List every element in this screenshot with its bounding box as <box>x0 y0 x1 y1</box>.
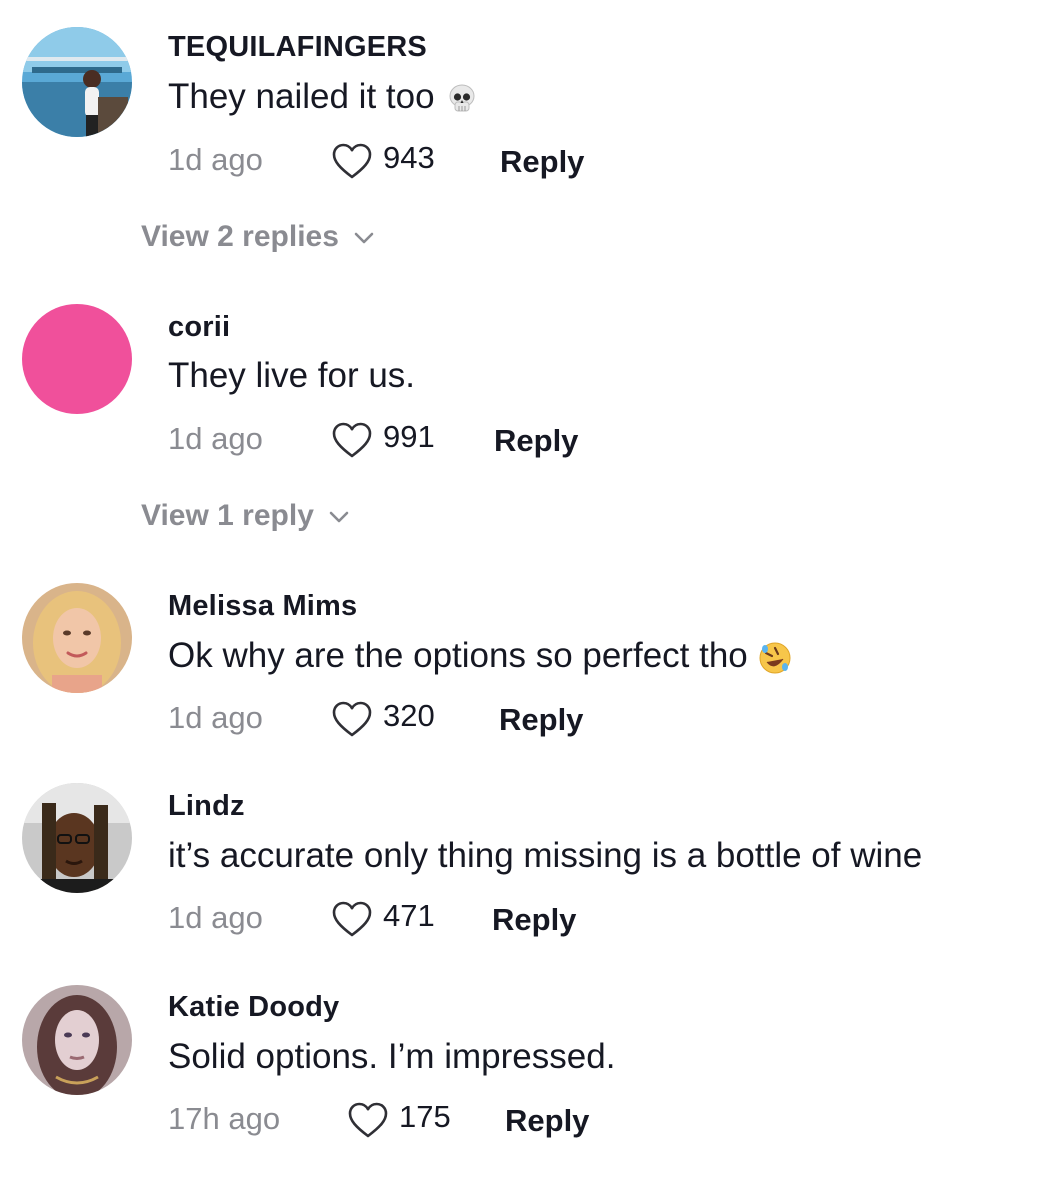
reply-button[interactable]: Reply <box>499 700 583 740</box>
comment-username[interactable]: Lindz <box>168 790 245 823</box>
like-count: 471 <box>383 898 435 933</box>
comment-time: 1d ago <box>168 700 263 735</box>
comment-text-content: Solid options. I’m impressed. <box>168 1037 616 1076</box>
like-count: 991 <box>383 419 435 454</box>
reply-button[interactable]: Reply <box>500 142 584 182</box>
heart-icon <box>332 701 372 737</box>
comment-text: Ok why are the options so perfect tho <box>168 636 792 676</box>
comment-text: They live for us. <box>168 356 415 396</box>
chevron-down-icon <box>354 232 374 244</box>
like-count: 175 <box>399 1099 451 1134</box>
comment-username[interactable]: Melissa Mims <box>168 590 357 623</box>
comment-text-content: it’s accurate only thing missing is a bo… <box>168 836 923 875</box>
comment-text: Solid options. I’m impressed. <box>168 1037 615 1077</box>
comment-time: 1d ago <box>168 421 263 456</box>
comment-username[interactable]: corii <box>168 311 230 344</box>
comment-username[interactable]: Katie Doody <box>168 991 339 1024</box>
heart-icon <box>332 143 372 179</box>
view-replies-label: View 1 reply <box>141 499 314 532</box>
rolling-on-floor-laughing-emoji-icon <box>759 642 791 674</box>
avatar[interactable] <box>22 985 132 1095</box>
skull-emoji-icon <box>449 84 475 112</box>
comment-text-content: They nailed it too <box>168 77 435 116</box>
comment-text: They nailed it too <box>168 77 479 117</box>
view-replies-label: View 2 replies <box>141 220 339 253</box>
like-count: 320 <box>383 698 435 733</box>
comment-text-content: They live for us. <box>168 356 416 395</box>
comment-time: 17h ago <box>168 1101 281 1136</box>
comment-time: 1d ago <box>168 900 263 935</box>
view-replies-button[interactable]: View 2 replies <box>141 217 375 257</box>
heart-icon <box>348 1102 388 1138</box>
reply-button[interactable]: Reply <box>492 900 576 940</box>
like-count: 943 <box>383 140 435 175</box>
view-replies-button[interactable]: View 1 reply <box>141 496 350 536</box>
comment-username[interactable]: TEQUILAFINGERS <box>168 31 427 64</box>
avatar[interactable] <box>22 304 132 414</box>
avatar[interactable] <box>22 27 132 137</box>
avatar[interactable] <box>22 583 132 693</box>
avatar[interactable] <box>22 783 132 893</box>
reply-button[interactable]: Reply <box>494 421 578 461</box>
heart-icon <box>332 901 372 937</box>
comment-text: it’s accurate only thing missing is a bo… <box>168 836 922 876</box>
reply-button[interactable]: Reply <box>505 1101 589 1141</box>
comment-text-content: Ok why are the options so perfect tho <box>168 636 748 675</box>
heart-icon <box>332 422 372 458</box>
chevron-down-icon <box>329 511 349 523</box>
comment-time: 1d ago <box>168 142 263 177</box>
